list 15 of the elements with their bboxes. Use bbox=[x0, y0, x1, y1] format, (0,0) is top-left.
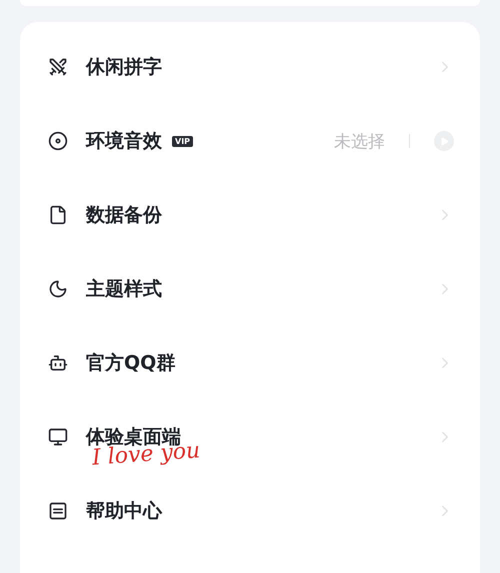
swords-icon bbox=[48, 57, 68, 77]
moon-icon bbox=[48, 279, 68, 299]
menu-item[interactable]: 官方QQ群 bbox=[86, 350, 176, 376]
menu-item[interactable]: 数据备份 bbox=[86, 202, 162, 228]
robot-icon bbox=[48, 353, 68, 373]
menu-item[interactable]: 主题样式 bbox=[86, 276, 162, 302]
menu-item[interactable]: 环境音效 bbox=[86, 128, 162, 154]
value-text: 未选择 bbox=[334, 130, 385, 152]
menu-item[interactable]: 帮助中心 bbox=[86, 498, 162, 524]
disc-icon bbox=[48, 131, 68, 151]
square-lines-icon bbox=[48, 501, 68, 521]
file-icon bbox=[48, 205, 68, 225]
monitor-icon bbox=[48, 427, 68, 447]
menu-item[interactable]: 休闲拼字 bbox=[86, 54, 162, 80]
vip-badge: VIP bbox=[172, 136, 194, 146]
